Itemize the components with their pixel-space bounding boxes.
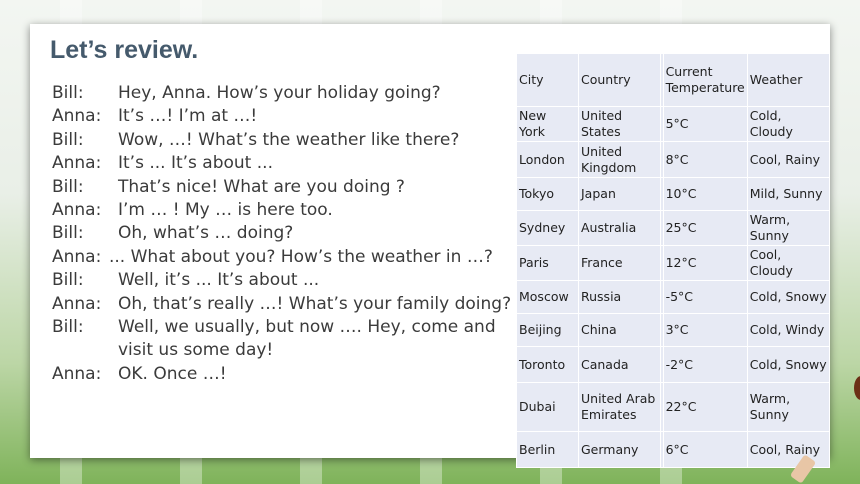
slide: Let’s review. Bill: Hey, Anna. How’s your…	[30, 24, 860, 484]
cell-weather: Cold, Snowy	[746, 280, 831, 314]
cell-city: New York	[516, 106, 579, 142]
dialogue-line: Anna: It’s …! I’m at …!	[52, 105, 492, 128]
cell-city: Tokyo	[516, 177, 579, 211]
dialogue-block: Bill: Hey, Anna. How’s your holiday going…	[52, 82, 511, 386]
dialogue-line: Anna: ... What about you? How’s the weath…	[52, 246, 493, 269]
dialogue-line: Bill: Oh, what’s … doing?	[52, 222, 492, 245]
dialogue-line: Anna: I’m … ! My … is here too.	[52, 199, 492, 222]
cell-temperature: 5°C	[662, 106, 748, 142]
dialogue-line: Bill: Well, we usually, but now …. Hey, c…	[52, 316, 496, 339]
table-header-row: City Country Current Temperature Weather	[516, 53, 831, 107]
dialogue-line-continued: visit us some day!	[52, 339, 492, 362]
cell-temperature: 25°C	[662, 210, 748, 246]
table-row: Tokyo Japan 10°C Mild, Sunny	[516, 177, 831, 211]
dialogue-text: I’m … ! My … is here too.	[118, 200, 333, 221]
dialogue-text: Well, it’s ... It’s about ...	[118, 270, 320, 291]
cell-country: Russia	[578, 280, 661, 314]
cell-country: United States	[578, 106, 661, 142]
cell-city: Toronto	[516, 346, 579, 383]
dialogue-text: OK. Once …!	[118, 363, 227, 384]
speaker-label: Bill:	[52, 223, 84, 244]
speaker-label: Bill:	[52, 317, 84, 338]
cell-weather: Cool, Cloudy	[746, 245, 831, 281]
table-row: Sydney Australia 25°C Warm, Sunny	[516, 210, 831, 246]
cell-city: Dubai	[516, 382, 579, 432]
cell-city: Moscow	[516, 280, 579, 314]
table-row: London United Kingdom 8°C Cool, Rainy	[516, 141, 831, 178]
cell-city: Paris	[516, 245, 579, 281]
speaker-label: Bill:	[52, 270, 84, 291]
speaker-label: Anna:	[52, 293, 102, 314]
dialogue-line: Anna: It’s ... It’s about ...	[52, 152, 492, 175]
dialogue-line: Anna: OK. Once …!	[52, 363, 492, 386]
cell-temperature: 3°C	[662, 313, 748, 347]
header-temperature: Current Temperature	[662, 53, 748, 107]
cell-city: London	[516, 141, 579, 178]
table-row: Moscow Russia -5°C Cold, Snowy	[516, 280, 831, 314]
dialogue-text: That’s nice! What are you doing ?	[118, 176, 405, 197]
dialogue-line: Bill: Well, it’s ... It’s about ...	[52, 269, 492, 292]
header-city: City	[516, 53, 579, 107]
dialogue-text: Oh, that’s really …! What’s your family …	[118, 293, 512, 314]
header-country: Country	[578, 53, 661, 107]
table-row: Dubai United Arab Emirates 22°C Warm, Sunny	[516, 382, 831, 432]
cell-city: Berlin	[516, 431, 579, 468]
cell-weather: Cool, Rainy	[746, 141, 831, 178]
cell-temperature: -5°C	[662, 280, 748, 314]
cell-city: Sydney	[516, 210, 579, 246]
cell-country: Germany	[578, 431, 661, 468]
cell-weather: Mild, Sunny	[746, 177, 831, 211]
cell-weather: Cold, Snowy	[746, 346, 831, 383]
weather-table-container: City Country Current Temperature Weather…	[516, 53, 831, 468]
cell-temperature: -2°C	[662, 346, 748, 383]
cell-temperature: 6°C	[662, 431, 748, 468]
dialogue-text: Wow, …! What’s the weather like there?	[118, 129, 460, 150]
dialogue-text: ... What about you? How’s the weather in…	[109, 246, 493, 267]
cell-country: France	[578, 245, 661, 281]
dialogue-line: Bill: That’s nice! What are you doing ?	[52, 176, 492, 199]
speaker-label: Anna:	[52, 200, 102, 221]
speaker-label: Bill:	[52, 83, 84, 103]
speaker-label: Anna:	[52, 106, 102, 127]
cell-country: China	[578, 313, 661, 347]
cell-temperature: 12°C	[662, 245, 748, 281]
dialogue-text: It’s ... It’s about ...	[118, 153, 273, 174]
cell-country: Japan	[578, 177, 661, 211]
slide-title: Let’s review.	[50, 36, 199, 64]
dialogue-text: It’s …! I’m at …!	[118, 106, 258, 127]
cell-weather: Cold, Cloudy	[746, 106, 831, 142]
cell-country: United Kingdom	[578, 141, 661, 178]
cell-weather: Warm, Sunny	[746, 382, 831, 432]
cell-country: United Arab Emirates	[578, 382, 661, 432]
dialogue-line: Anna: Oh, that’s really …! What’s your fa…	[52, 293, 511, 316]
cell-weather: Cool, Rainy	[746, 431, 831, 468]
weather-table: City Country Current Temperature Weather…	[516, 53, 831, 468]
dialogue-text: visit us some day!	[118, 340, 274, 361]
speaker-label: Bill:	[52, 129, 84, 150]
table-row: Toronto Canada -2°C Cold, Snowy	[516, 346, 831, 383]
speaker-label: Anna:	[52, 153, 102, 174]
cell-country: Canada	[578, 346, 661, 383]
dialogue-line: Bill: Wow, …! What’s the weather like the…	[52, 129, 492, 152]
cell-temperature: 22°C	[662, 382, 748, 432]
speaker-label: Bill:	[52, 176, 84, 197]
cell-temperature: 8°C	[662, 141, 748, 178]
cell-city: Beijing	[516, 313, 579, 347]
cell-weather: Cold, Windy	[746, 313, 831, 347]
decorative-shape	[854, 376, 860, 400]
table-row: New York United States 5°C Cold, Cloudy	[516, 106, 831, 142]
dialogue-text: Hey, Anna. How’s your holiday going?	[118, 83, 441, 103]
dialogue-line: Bill: Hey, Anna. How’s your holiday going…	[52, 82, 492, 105]
speaker-label: Anna:	[52, 246, 102, 267]
cell-temperature: 10°C	[662, 177, 748, 211]
header-weather: Weather	[746, 53, 831, 107]
dialogue-text: Well, we usually, but now …. Hey, come a…	[118, 317, 496, 338]
table-row: Paris France 12°C Cool, Cloudy	[516, 245, 831, 281]
dialogue-text: Oh, what’s … doing?	[118, 223, 294, 244]
cell-weather: Warm, Sunny	[746, 210, 831, 246]
table-row: Beijing China 3°C Cold, Windy	[516, 313, 831, 347]
cell-country: Australia	[578, 210, 661, 246]
speaker-label: Anna:	[52, 363, 102, 384]
table-row: Berlin Germany 6°C Cool, Rainy	[516, 431, 831, 468]
